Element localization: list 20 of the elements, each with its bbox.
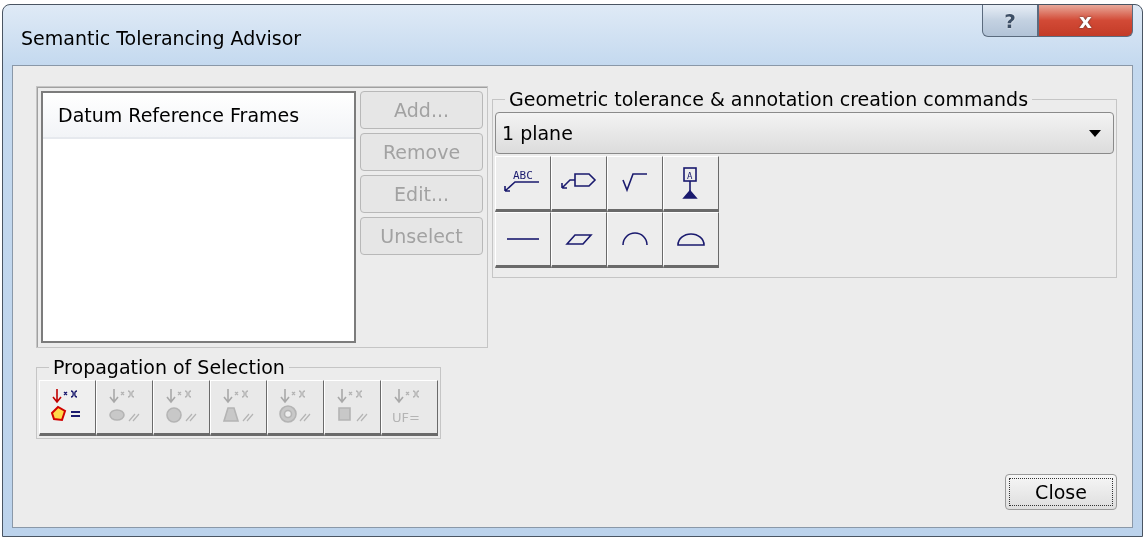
- close-button[interactable]: Close: [1005, 474, 1117, 510]
- caret-icon: [1089, 129, 1101, 137]
- tool-button[interactable]: [551, 212, 607, 268]
- window-title: Semantic Tolerancing Advisor: [21, 27, 302, 49]
- parallelogram-icon: [565, 232, 593, 246]
- group-title: Propagation of Selection: [52, 356, 286, 378]
- tool-button[interactable]: [495, 212, 551, 268]
- plane-dropdown[interactable]: 1 plane: [495, 112, 1114, 154]
- tool-button[interactable]: [607, 156, 663, 212]
- arc-icon: [621, 231, 649, 247]
- tool-button[interactable]: A: [663, 156, 719, 212]
- tool-button[interactable]: ABC: [495, 156, 551, 212]
- tool-button[interactable]: [551, 156, 607, 212]
- group-title: Geometric tolerance & annotation creation commands: [508, 88, 1030, 110]
- propagation-button[interactable]: [39, 380, 96, 436]
- line-icon: [505, 237, 541, 241]
- tool-button[interactable]: [663, 212, 719, 268]
- tool-button[interactable]: [607, 212, 663, 268]
- close-window-button[interactable]: x: [1038, 5, 1133, 37]
- help-button[interactable]: ?: [982, 5, 1038, 37]
